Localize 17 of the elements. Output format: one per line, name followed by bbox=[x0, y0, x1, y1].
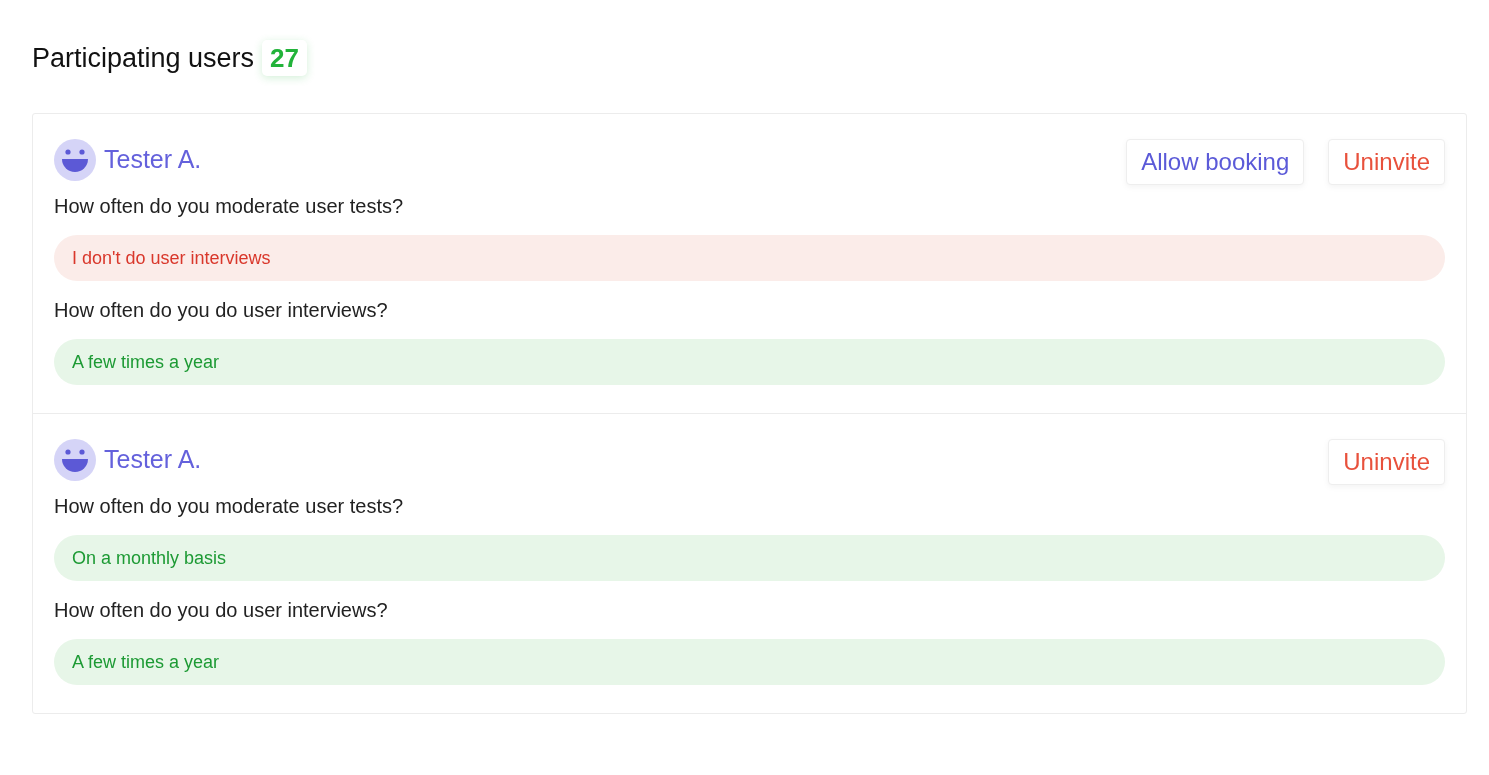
avatar-icon bbox=[54, 438, 96, 481]
question-text: How often do you moderate user tests? bbox=[54, 493, 405, 519]
answer-pill: A few times a year bbox=[54, 638, 1445, 685]
question-text: How often do you do user interviews? bbox=[54, 597, 389, 623]
user-name[interactable]: Tester A. bbox=[104, 140, 202, 179]
answer-pill: I don't do user interviews bbox=[54, 234, 1445, 281]
question-text: How often do you do user interviews? bbox=[54, 297, 389, 323]
uninvite-button[interactable]: Uninvite bbox=[1328, 138, 1445, 185]
question-text: How often do you moderate user tests? bbox=[54, 193, 405, 219]
avatar-icon bbox=[54, 138, 96, 181]
section-title: Participating users bbox=[32, 42, 255, 75]
uninvite-button[interactable]: Uninvite bbox=[1328, 438, 1445, 485]
user-name[interactable]: Tester A. bbox=[104, 440, 202, 479]
answer-pill: On a monthly basis bbox=[54, 534, 1445, 581]
allow-booking-button[interactable]: Allow booking bbox=[1126, 138, 1305, 185]
count-badge: 27 bbox=[262, 40, 308, 77]
answer-pill: A few times a year bbox=[54, 338, 1445, 385]
